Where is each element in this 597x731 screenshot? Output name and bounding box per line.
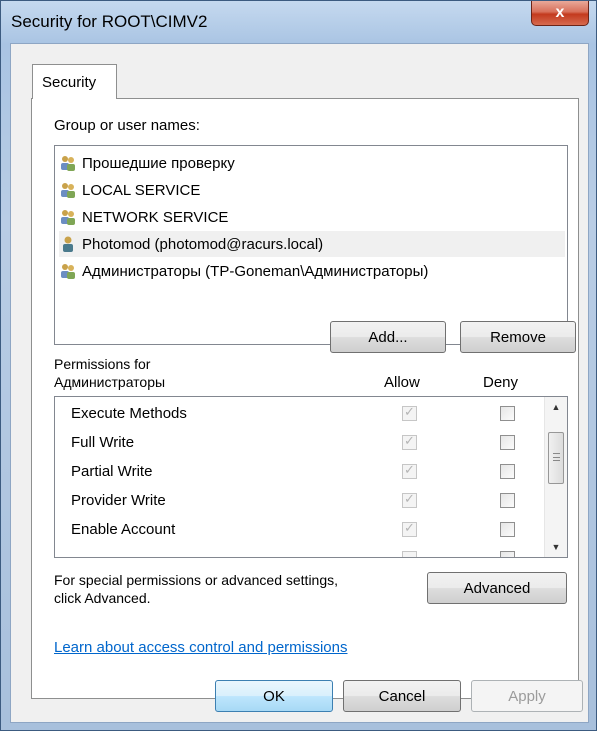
deny-checkbox[interactable] [500, 406, 515, 421]
permission-name: Provider Write [71, 492, 166, 509]
check-mark-icon: ✓ [404, 433, 415, 448]
user-list-item[interactable]: NETWORK SERVICE [59, 204, 565, 230]
security-tab-panel: Group or user names: Прошедшие проверку … [31, 98, 579, 699]
user-name: LOCAL SERVICE [82, 181, 201, 199]
group-icon [61, 210, 75, 225]
ok-button[interactable]: OK [215, 680, 333, 712]
deny-checkbox[interactable] [500, 493, 515, 508]
group-icon [61, 156, 75, 171]
dialog-client-area: Security Group or user names: Прошедшие … [10, 43, 589, 723]
permissions-scrollbar[interactable]: ▲ ▼ [544, 397, 567, 557]
user-list-item-selected[interactable]: Photomod (photomod@racurs.local) [59, 231, 565, 257]
permissions-for-label: Permissions for [54, 356, 151, 372]
remove-button[interactable]: Remove [460, 321, 576, 353]
special-permissions-text: For special permissions or advanced sett… [54, 572, 339, 588]
allow-checkbox[interactable]: ✓ [402, 491, 417, 508]
group-icon [61, 264, 75, 279]
user-name: Прошедшие проверку [82, 154, 235, 172]
allow-checkbox[interactable]: ✓ [402, 462, 417, 479]
advanced-button[interactable]: Advanced [427, 572, 567, 604]
scroll-down-icon[interactable]: ▼ [545, 537, 567, 557]
apply-button[interactable]: Apply [471, 680, 583, 712]
permission-row: Provider Write ✓ [55, 486, 545, 515]
permission-name: Enable Account [71, 521, 176, 538]
permission-row: Enable Account ✓ [55, 515, 545, 544]
scroll-up-icon[interactable]: ▲ [545, 397, 567, 417]
deny-checkbox[interactable] [500, 435, 515, 450]
permission-name: Partial Write [71, 463, 153, 480]
allow-checkbox[interactable] [402, 551, 417, 557]
group-icon [61, 183, 75, 198]
check-mark-icon: ✓ [404, 491, 415, 506]
deny-checkbox[interactable] [500, 522, 515, 537]
allow-checkbox[interactable]: ✓ [402, 433, 417, 450]
window-frame: Security for ROOT\CIMV2 x Security Group… [0, 0, 597, 731]
check-mark-icon: ✓ [404, 520, 415, 535]
learn-access-control-link[interactable]: Learn about access control and permissio… [54, 639, 348, 656]
user-list-item[interactable]: Прошедшие проверку [59, 150, 565, 176]
cancel-button[interactable]: Cancel [343, 680, 461, 712]
permissions-principal-label: Администраторы [54, 374, 166, 390]
close-button[interactable]: x [531, 1, 589, 26]
check-mark-icon: ✓ [404, 462, 415, 477]
close-icon: x [555, 4, 565, 21]
permission-row: Partial Write ✓ [55, 457, 545, 486]
allow-checkbox[interactable]: ✓ [402, 520, 417, 537]
user-name: Администраторы (TP-Goneman\Администратор… [82, 262, 429, 280]
title-bar[interactable]: Security for ROOT\CIMV2 x [1, 1, 596, 43]
permission-row-partial [55, 544, 545, 557]
allow-column-header: Allow [384, 374, 420, 391]
deny-checkbox[interactable] [500, 464, 515, 479]
deny-column-header: Deny [483, 374, 519, 391]
user-list-item[interactable]: LOCAL SERVICE [59, 177, 565, 203]
deny-checkbox[interactable] [500, 551, 515, 557]
permissions-list[interactable]: Execute Methods ✓ Full Write ✓ Partial W… [54, 396, 568, 558]
tab-security[interactable]: Security [32, 64, 117, 99]
permission-name: Full Write [71, 434, 135, 451]
permission-row: Execute Methods ✓ [55, 399, 545, 428]
user-name: Photomod (photomod@racurs.local) [82, 235, 324, 253]
scroll-thumb[interactable] [548, 432, 564, 484]
user-list-item[interactable]: Администраторы (TP-Goneman\Администратор… [59, 258, 565, 284]
check-mark-icon: ✓ [404, 404, 415, 419]
group-or-user-names-label: Group or user names: [54, 117, 200, 134]
user-icon [63, 236, 73, 252]
allow-checkbox[interactable]: ✓ [402, 404, 417, 421]
click-advanced-text: click Advanced. [54, 590, 151, 606]
user-list[interactable]: Прошедшие проверку LOCAL SERVICE NETWORK… [54, 145, 568, 345]
permission-name: Execute Methods [71, 405, 187, 422]
window-title: Security for ROOT\CIMV2 [11, 12, 208, 31]
add-button[interactable]: Add... [330, 321, 446, 353]
permission-row: Full Write ✓ [55, 428, 545, 457]
user-name: NETWORK SERVICE [82, 208, 229, 226]
